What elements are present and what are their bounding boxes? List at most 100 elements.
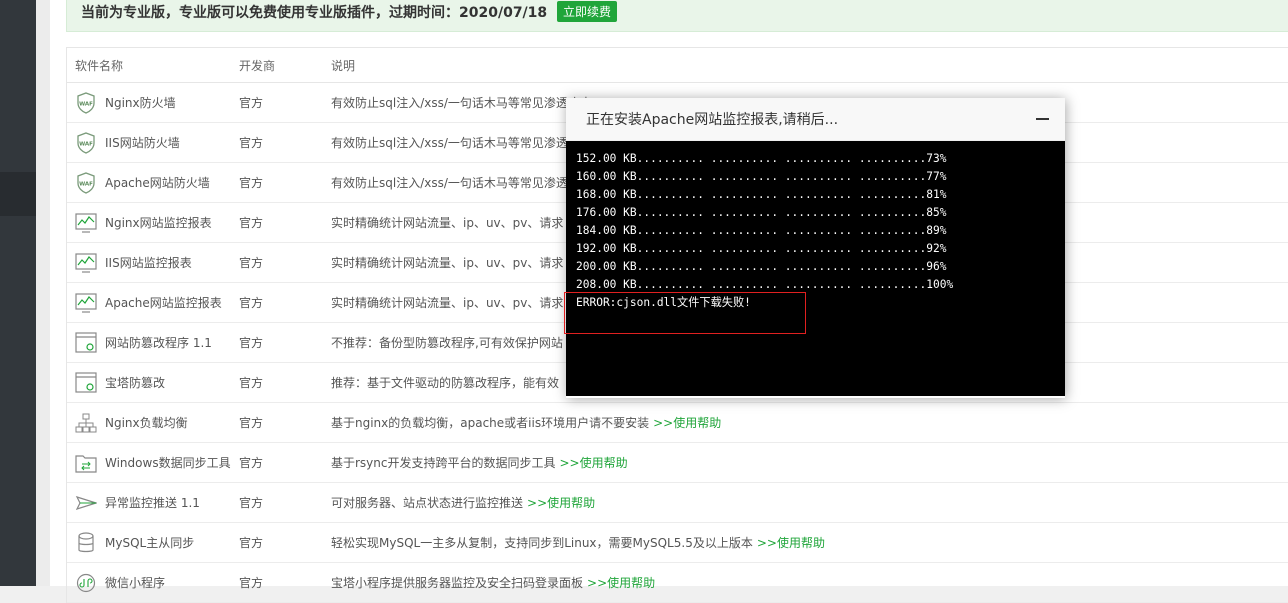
plugin-name: 宝塔防篡改 (105, 376, 166, 390)
pro-banner: 当前为专业版，专业版可以免费使用专业版插件，过期时间：2020/07/18 立即… (66, 0, 1288, 32)
dialog-header: 正在安装Apache网站监控报表,请稍后... (566, 98, 1065, 141)
waf-shield-icon: WAF (75, 91, 97, 114)
sidebar-active-item[interactable] (0, 172, 36, 216)
install-log-console: 152.00 KB.......... .......... .........… (566, 141, 1065, 396)
plugin-vendor: 官方 (239, 256, 264, 270)
plugin-vendor: 官方 (239, 216, 264, 230)
plugin-name-cell: Windows数据同步工具 (67, 452, 239, 474)
plugin-name-cell: 微信小程序 (67, 572, 239, 594)
plugin-name-cell: IIS网站监控报表 (67, 252, 239, 274)
plugin-vendor: 官方 (239, 336, 264, 350)
help-link[interactable]: >>使用帮助 (653, 416, 721, 430)
plugin-description: 有效防止sql注入/xss/一句话木马等常见渗透 (331, 176, 568, 190)
log-line: 192.00 KB.......... .......... .........… (576, 242, 947, 255)
plugin-description-cell: 可对服务器、站点状态进行监控推送 >>使用帮助 (331, 494, 1288, 511)
help-link[interactable]: >>使用帮助 (527, 496, 595, 510)
plugin-name: Nginx负载均衡 (105, 416, 188, 430)
table-row[interactable]: Nginx负载均衡 官方 基于nginx的负载均衡，apache或者iis环境用户请… (67, 403, 1288, 443)
sidebar (0, 0, 36, 586)
plugin-name: IIS网站监控报表 (105, 256, 192, 270)
plugin-description: 不推荐：备份型防篡改程序,可有效保护网站 (331, 336, 563, 350)
plugin-vendor: 官方 (239, 456, 264, 470)
plugin-name-cell: Apache网站监控报表 (67, 292, 239, 314)
plugin-name-cell: Nginx网站监控报表 (67, 212, 239, 234)
plugin-name: Apache网站防火墙 (105, 176, 210, 190)
plugin-name-cell: 网站防篡改程序 1.1 (67, 331, 239, 354)
plugin-name: 异常监控推送 1.1 (105, 496, 200, 510)
plugin-description: 宝塔小程序提供服务器监控及安全扫码登录面板 (331, 576, 584, 590)
waf-shield-icon: WAF (75, 171, 97, 194)
table-header: 软件名称 开发商 说明 (67, 48, 1288, 83)
plugin-name: Nginx网站监控报表 (105, 216, 212, 230)
log-line: 176.00 KB.......... .......... .........… (576, 206, 947, 219)
plugin-name: Nginx防火墙 (105, 96, 176, 110)
tamper-proof-icon (75, 371, 97, 394)
table-row[interactable]: Windows数据同步工具 官方 基于rsync开发支持跨平台的数据同步工具 >>使用… (67, 443, 1288, 483)
monitor-chart-icon (75, 292, 97, 314)
plugin-vendor: 官方 (239, 96, 264, 110)
plugin-description: 轻松实现MySQL一主多从复制，支持同步到Linux，需要MySQL5.5及以上… (331, 536, 753, 550)
plugin-name-cell: 宝塔防篡改 (67, 371, 239, 394)
sidebar-gutter (36, 0, 50, 586)
plugin-name: Windows数据同步工具 (105, 456, 231, 470)
plugin-description: 实时精确统计网站流量、ip、uv、pv、请求 (331, 216, 564, 230)
plugin-description-cell: 基于rsync开发支持跨平台的数据同步工具 >>使用帮助 (331, 454, 1288, 471)
plugin-name: IIS网站防火墙 (105, 136, 180, 150)
svg-text:WAF: WAF (79, 181, 93, 187)
plugin-description-cell: 宝塔小程序提供服务器监控及安全扫码登录面板 >>使用帮助 (331, 574, 1288, 591)
plugin-description: 可对服务器、站点状态进行监控推送 (331, 496, 524, 510)
plugin-vendor: 官方 (239, 576, 264, 590)
table-row[interactable]: MySQL主从同步 官方 轻松实现MySQL一主多从复制，支持同步到Linux，需要… (67, 523, 1288, 563)
plugin-description-cell: 轻松实现MySQL一主多从复制，支持同步到Linux，需要MySQL5.5及以上… (331, 534, 1288, 551)
help-link[interactable]: >>使用帮助 (587, 576, 655, 590)
plugin-vendor: 官方 (239, 496, 264, 510)
log-line: 152.00 KB.......... .......... .........… (576, 152, 947, 165)
plugin-name-cell: WAF IIS网站防火墙 (67, 131, 239, 154)
header-vendor: 开发商 (239, 58, 276, 73)
plugin-name-cell: 异常监控推送 1.1 (67, 492, 239, 514)
plugin-description: 推荐：基于文件驱动的防篡改程序，能有效 (331, 376, 560, 390)
plugin-name-cell: MySQL主从同步 (67, 531, 239, 554)
table-row[interactable]: 微信小程序 官方 宝塔小程序提供服务器监控及安全扫码登录面板 >>使用帮助 (67, 563, 1288, 603)
plugin-name-cell: WAF Nginx防火墙 (67, 91, 239, 114)
header-name: 软件名称 (75, 58, 124, 73)
waf-shield-icon: WAF (75, 131, 97, 154)
renew-button[interactable]: 立即续费 (556, 1, 617, 22)
plugin-vendor: 官方 (239, 376, 264, 390)
table-row[interactable]: 异常监控推送 1.1 官方 可对服务器、站点状态进行监控推送 >>使用帮助 (67, 483, 1288, 523)
plugin-description: 基于nginx的负载均衡，apache或者iis环境用户请不要安装 (331, 416, 650, 430)
plugin-name: 微信小程序 (105, 576, 166, 590)
log-line: 184.00 KB.......... .......... .........… (576, 224, 947, 237)
plugin-name: MySQL主从同步 (105, 536, 195, 550)
log-line: 168.00 KB.......... .......... .........… (576, 188, 947, 201)
plugin-description: 实时精确统计网站流量、ip、uv、pv、请求 (331, 296, 564, 310)
plugin-vendor: 官方 (239, 296, 264, 310)
plugin-vendor: 官方 (239, 176, 264, 190)
plugin-description-cell: 基于nginx的负载均衡，apache或者iis环境用户请不要安装 >>使用帮助 (331, 414, 1288, 431)
database-icon (75, 531, 97, 554)
help-link[interactable]: >>使用帮助 (757, 536, 825, 550)
log-line: 200.00 KB.......... .......... .........… (576, 260, 947, 273)
plugin-vendor: 官方 (239, 536, 264, 550)
error-highlight-outline (564, 292, 806, 334)
header-description: 说明 (331, 58, 356, 73)
folder-sync-icon (75, 452, 97, 474)
monitor-chart-icon (75, 212, 97, 234)
plugin-name: Apache网站监控报表 (105, 296, 222, 310)
help-link[interactable]: >>使用帮助 (560, 456, 628, 470)
log-line: 160.00 KB.......... .......... .........… (576, 170, 947, 183)
plugin-name-cell: Nginx负载均衡 (67, 412, 239, 434)
dialog-title: 正在安装Apache网站监控报表,请稍后... (586, 112, 839, 128)
plugin-name-cell: WAF Apache网站防火墙 (67, 171, 239, 194)
mail-push-icon (75, 492, 97, 514)
plugin-name: 网站防篡改程序 1.1 (105, 336, 212, 350)
plugin-description: 有效防止sql注入/xss/一句话木马等常见渗透 (331, 136, 568, 150)
plugin-vendor: 官方 (239, 416, 264, 430)
svg-text:WAF: WAF (79, 141, 93, 147)
svg-text:WAF: WAF (79, 101, 93, 107)
plugin-description: 有效防止sql注入/xss/一句话木马等常见渗透攻击 (331, 96, 592, 110)
minimize-icon (1036, 118, 1049, 120)
wechat-app-icon (75, 572, 97, 594)
plugin-vendor: 官方 (239, 136, 264, 150)
install-dialog: 正在安装Apache网站监控报表,请稍后... 152.00 KB.......… (566, 98, 1065, 398)
